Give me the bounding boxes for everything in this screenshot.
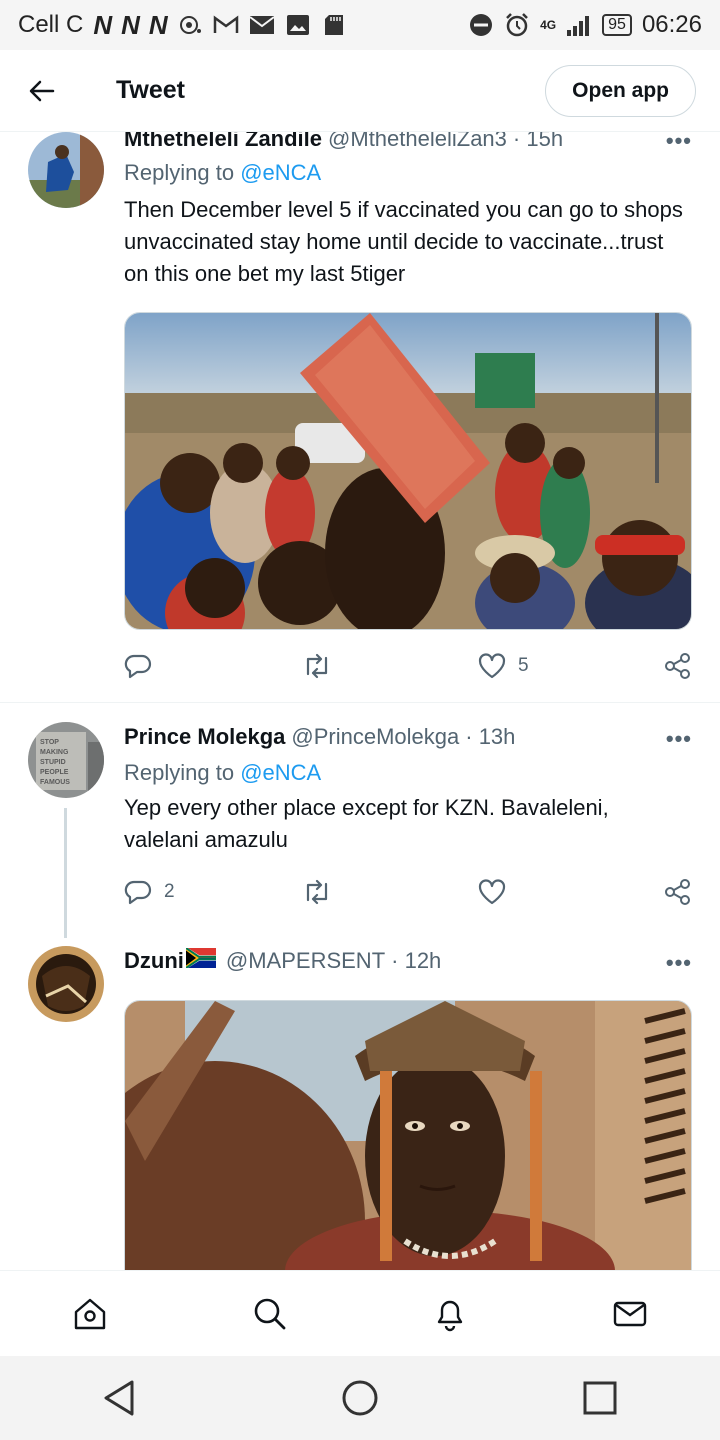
like-button[interactable] xyxy=(478,879,664,905)
display-name[interactable]: Prince Molekga xyxy=(124,724,285,750)
heart-icon xyxy=(478,653,506,679)
nav-home[interactable] xyxy=(60,1284,120,1344)
svg-text:PEOPLE: PEOPLE xyxy=(40,769,69,776)
alarm-icon xyxy=(504,13,530,37)
nav-notifications[interactable] xyxy=(420,1284,480,1344)
svg-text:FAMOUS: FAMOUS xyxy=(40,779,70,786)
display-name[interactable]: Dzuni xyxy=(124,948,184,974)
display-name[interactable]: Mthetheleli Zandile xyxy=(124,132,322,152)
circle-home-icon xyxy=(342,1380,378,1416)
status-left: Cell C N N N xyxy=(18,10,347,41)
reply-tweet[interactable]: Dzuni @MAPERSENT · 12h ••• xyxy=(0,946,720,1270)
arrow-left-icon xyxy=(29,80,55,101)
reply-count: 2 xyxy=(164,881,175,902)
username[interactable]: @MthetheleliZan3 xyxy=(328,132,507,152)
thread-line xyxy=(64,808,67,938)
reply-icon xyxy=(124,654,152,679)
svg-text:MAKING: MAKING xyxy=(40,749,69,756)
sd-card-icon xyxy=(321,14,347,36)
replying-prefix: Replying to xyxy=(124,160,235,185)
tweet-text: Then December level 5 if vaccinated you … xyxy=(124,197,683,286)
tweet-header: Prince Molekga @PrinceMolekga · 13h xyxy=(124,724,692,750)
notification-n-icon: N xyxy=(93,9,112,40)
tweet-header: Mthetheleli Zandile @MthetheleliZan3 · 1… xyxy=(124,132,692,152)
system-back-button[interactable] xyxy=(90,1368,150,1428)
gallery-icon xyxy=(285,14,311,36)
mail-icon xyxy=(249,14,275,36)
divider xyxy=(0,702,720,703)
reply-button[interactable] xyxy=(124,652,302,680)
tweet-actions: 2 xyxy=(124,876,694,908)
share-icon xyxy=(665,653,690,679)
clock: 06:26 xyxy=(641,11,702,38)
share-icon xyxy=(665,879,690,905)
heart-icon xyxy=(478,879,506,905)
more-options-icon[interactable]: ••• xyxy=(666,726,692,752)
bell-icon xyxy=(437,1300,463,1331)
mention-link[interactable]: @eNCA xyxy=(240,760,321,785)
system-recents-button[interactable] xyxy=(570,1368,630,1428)
tweet-actions: 5 xyxy=(124,650,694,682)
battery-indicator: 95 xyxy=(602,14,632,36)
south-africa-flag-icon xyxy=(185,947,217,974)
do-not-disturb-icon xyxy=(468,14,494,36)
page-title: Tweet xyxy=(116,76,185,104)
envelope-icon xyxy=(613,1301,647,1326)
gmail-icon xyxy=(213,14,239,36)
signal-icon xyxy=(566,14,592,36)
nav-messages[interactable] xyxy=(600,1284,660,1344)
more-options-icon[interactable]: ••• xyxy=(666,950,692,976)
replying-to: Replying to @eNCA xyxy=(124,160,321,186)
tweet-image[interactable] xyxy=(124,1000,692,1270)
retweet-icon xyxy=(306,879,328,905)
back-button[interactable] xyxy=(0,50,84,132)
replying-to: Replying to @eNCA xyxy=(124,760,321,786)
bottom-navigation xyxy=(0,1270,720,1356)
replying-prefix: Replying to xyxy=(124,760,235,785)
share-button[interactable] xyxy=(664,652,692,680)
tweet-image[interactable] xyxy=(124,312,692,630)
reply-button[interactable]: 2 xyxy=(124,878,302,906)
timestamp[interactable]: · 15h xyxy=(513,132,563,152)
carrier-name: Cell C xyxy=(18,11,84,38)
username[interactable]: @MAPERSENT xyxy=(226,948,385,974)
system-navigation xyxy=(0,1356,720,1440)
more-options-icon[interactable]: ••• xyxy=(666,132,692,154)
camera-notification-icon xyxy=(177,14,203,36)
home-icon xyxy=(74,1298,106,1329)
search-icon xyxy=(254,1298,286,1329)
retweet-button[interactable] xyxy=(302,653,478,679)
timestamp[interactable]: · 13h xyxy=(465,724,515,750)
open-app-button[interactable]: Open app xyxy=(545,64,696,117)
reply-tweet[interactable]: Mthetheleli Zandile @MthetheleliZan3 · 1… xyxy=(0,132,720,702)
like-count: 5 xyxy=(518,655,529,676)
system-home-button[interactable] xyxy=(330,1368,390,1428)
notification-n-icon: N xyxy=(148,9,168,40)
timestamp[interactable]: · 12h xyxy=(391,948,441,974)
mention-link[interactable]: @eNCA xyxy=(240,160,321,185)
status-bar: Cell C N N N 4G 95 06:26 xyxy=(0,0,720,50)
share-button[interactable] xyxy=(664,878,692,906)
retweet-button[interactable] xyxy=(302,879,478,905)
tweet-header: Dzuni @MAPERSENT · 12h xyxy=(124,947,692,974)
tweet-text: Yep every other place except for KZN. Ba… xyxy=(124,795,609,852)
nav-search[interactable] xyxy=(240,1284,300,1344)
svg-text:STUPID: STUPID xyxy=(40,759,66,766)
status-right: 4G 95 06:26 xyxy=(468,11,702,39)
network-type: 4G xyxy=(540,18,557,32)
app-header: Tweet Open app xyxy=(0,50,720,132)
retweet-icon xyxy=(306,653,328,679)
svg-text:STOP: STOP xyxy=(40,739,59,746)
reply-icon xyxy=(124,880,152,905)
square-recents-icon xyxy=(583,1381,617,1415)
avatar[interactable] xyxy=(28,132,104,208)
avatar[interactable]: STOP MAKING STUPID PEOPLE FAMOUS xyxy=(28,722,104,798)
reply-tweet[interactable]: STOP MAKING STUPID PEOPLE FAMOUS Prince … xyxy=(0,722,720,942)
triangle-back-icon xyxy=(104,1380,134,1416)
like-button[interactable]: 5 xyxy=(478,653,664,679)
tweet-feed[interactable]: Mthetheleli Zandile @MthetheleliZan3 · 1… xyxy=(0,132,720,1270)
username[interactable]: @PrinceMolekga xyxy=(291,724,459,750)
avatar[interactable] xyxy=(28,946,104,1022)
notification-n-icon: N xyxy=(121,9,140,40)
